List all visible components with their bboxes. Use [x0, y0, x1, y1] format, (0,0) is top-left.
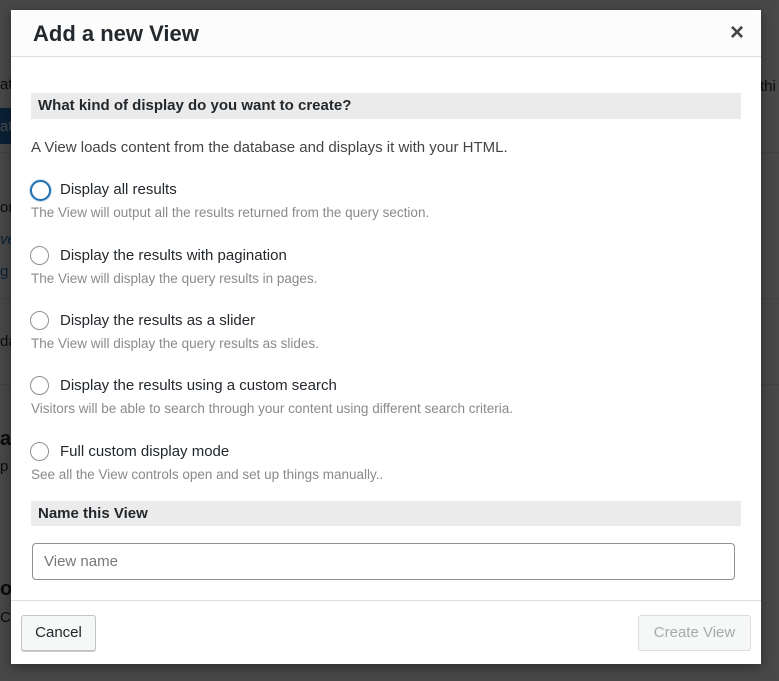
dialog-header: Add a new View × [11, 10, 761, 57]
radio-custom-search[interactable] [30, 376, 49, 395]
radio-pagination[interactable] [30, 246, 49, 265]
cancel-button[interactable]: Cancel [21, 615, 96, 651]
view-name-input[interactable] [32, 543, 735, 580]
radio-display-all[interactable] [30, 180, 51, 201]
option-label[interactable]: Display the results with pagination [60, 247, 287, 264]
option-description: See all the View controls open and set u… [31, 467, 384, 482]
option-label[interactable]: Display all results [60, 181, 177, 198]
dialog-footer: Cancel Create View [11, 600, 761, 664]
option-description: Visitors will be able to search through … [31, 401, 514, 416]
display-kind-heading: What kind of display do you want to crea… [31, 93, 741, 119]
radio-slider[interactable] [30, 311, 49, 330]
option-label[interactable]: Full custom display mode [60, 443, 229, 460]
name-view-heading: Name this View [31, 501, 741, 526]
option-label[interactable]: Display the results as a slider [60, 312, 255, 329]
option-description: The View will output all the results ret… [31, 205, 430, 220]
dialog-title: Add a new View [33, 21, 199, 46]
option-description: The View will display the query results … [31, 271, 318, 286]
add-view-dialog: Add a new View × What kind of display do… [11, 10, 761, 664]
intro-text: A View loads content from the database a… [31, 139, 508, 156]
create-view-button[interactable]: Create View [638, 615, 751, 651]
radio-full-custom[interactable] [30, 442, 49, 461]
option-label[interactable]: Display the results using a custom searc… [60, 377, 337, 394]
option-description: The View will display the query results … [31, 336, 319, 351]
close-icon[interactable]: × [726, 20, 748, 46]
